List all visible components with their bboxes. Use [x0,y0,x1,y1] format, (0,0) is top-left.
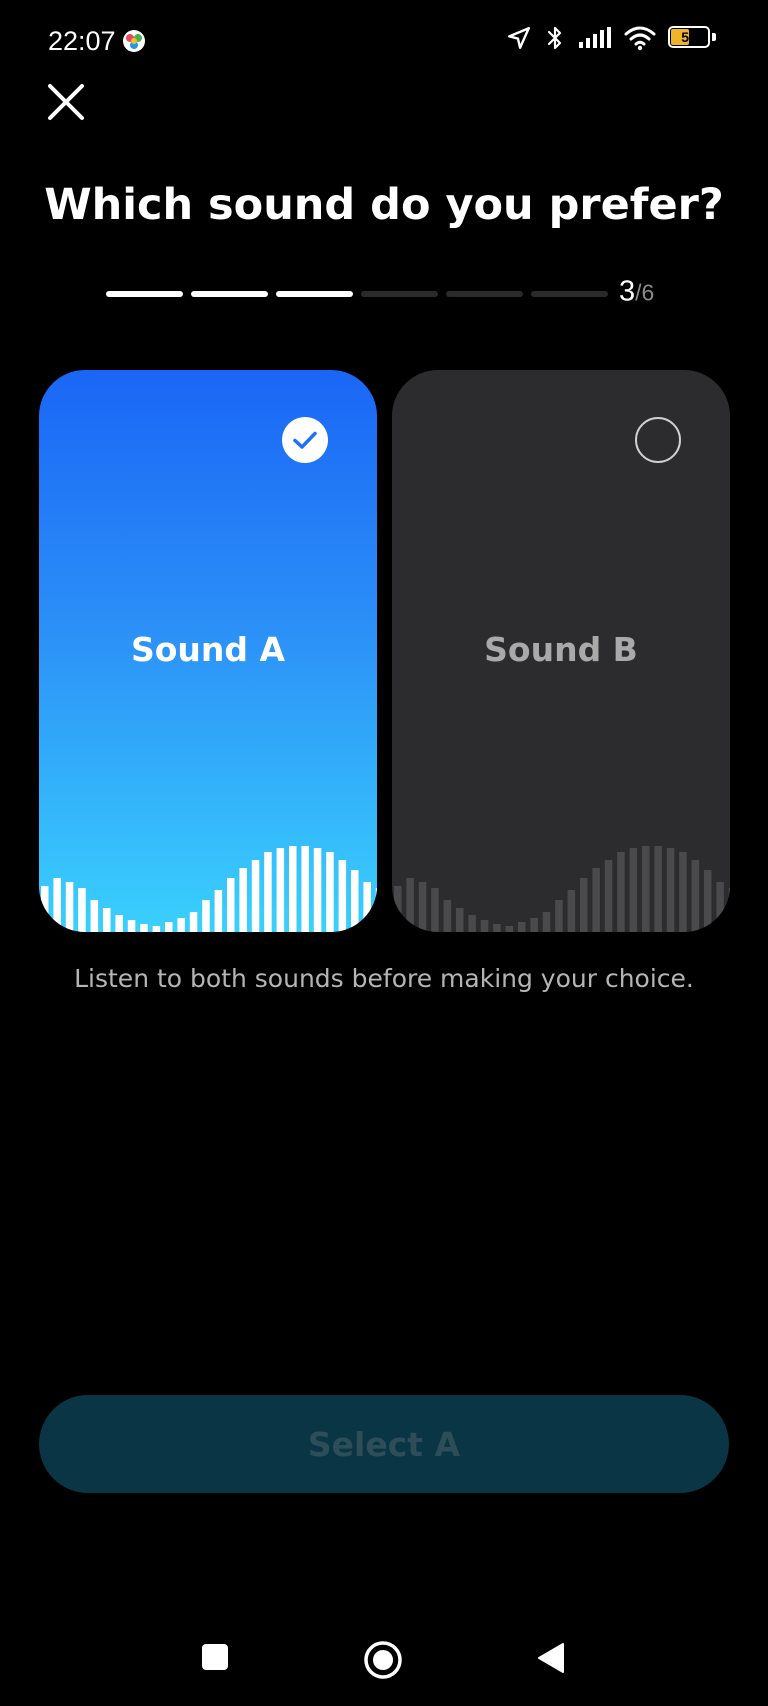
battery-icon: 50 [668,26,716,50]
waveform-bar [629,848,638,932]
wifi-icon [624,26,656,51]
waveform-bar [704,870,712,932]
sound-b-label: Sound B [484,630,638,669]
waveform-bar [227,878,235,932]
waveform-graphic [41,846,377,932]
waveform-bar [177,918,185,932]
radio-unchecked-icon [635,417,681,463]
waveform-bar [251,860,260,932]
waveform-bar [716,882,724,932]
waveform-bar [338,860,347,932]
waveform-bar [276,848,285,932]
triangle-back-icon[interactable] [536,1642,566,1674]
waveform-bar [313,848,322,932]
progress-segment [361,291,438,297]
sound-b-card[interactable]: Sound B [392,370,730,932]
waveform-bar [214,890,223,932]
progress-total: 6 [641,279,655,306]
waveform-bar [431,888,439,932]
waveform-bar [592,868,600,932]
waveform-bar [375,888,377,932]
waveform-bar [679,852,687,932]
waveform-bar [140,924,148,932]
waveform-bar [728,888,730,932]
status-icons: 50 [506,24,716,52]
progress-segment [191,291,268,297]
waveform-bar [406,878,414,932]
waveform-bar [617,852,625,932]
waveform-bar [78,888,86,932]
progress-current: 3 [619,275,636,308]
waveform-bar [691,860,700,932]
waveform-bar [604,860,613,932]
page-title: Which sound do you prefer? [44,180,724,230]
waveform-bar [289,846,297,932]
waveform-bar [301,846,309,932]
waveform-bar [326,852,334,932]
waveform-bar [493,924,501,932]
waveform-bar [115,915,123,932]
waveform-bar [239,868,247,932]
progress-segment [531,291,608,297]
waveform-bar [666,848,675,932]
waveform-bar [53,878,61,932]
waveform-bar [443,900,452,932]
waveform-bar [518,922,526,932]
waveform-graphic [394,846,730,932]
waveform-bar [642,846,650,932]
waveform-bar [202,900,210,932]
waveform-bar [567,890,576,932]
circle-icon[interactable] [363,1640,403,1680]
waveform-bar [505,926,514,932]
bluetooth-icon [547,26,562,50]
signal-icon [579,27,611,48]
progress-indicator [106,291,608,297]
waveform-bar [542,912,551,932]
waveform-bar [165,922,173,932]
app-notification-icon [123,30,145,52]
progress-segment [276,291,353,297]
square-icon[interactable] [200,1642,230,1672]
waveform-bar [264,852,272,932]
close-button[interactable] [40,76,92,128]
location-arrow-icon [508,27,530,49]
progress-count: 3/6 [619,276,654,309]
waveform-bar [65,882,74,932]
select-button[interactable]: Select A [39,1395,729,1493]
sound-a-card[interactable]: Sound A [39,370,377,932]
waveform-bar [654,846,662,932]
progress-segment [106,291,183,297]
waveform-bar [580,878,588,932]
close-icon [48,84,84,120]
waveform-bar [394,886,402,932]
waveform-bar [530,918,538,932]
status-bar: 22:07 50 [0,0,768,84]
sound-a-label: Sound A [130,630,286,669]
waveform-bar [90,900,99,932]
waveform-bar [351,870,359,932]
waveform-bar [363,882,371,932]
check-icon [293,431,317,449]
progress-segment [446,291,523,297]
hint-text: Listen to both sounds before making your… [74,964,694,993]
waveform-bar [127,920,136,932]
waveform-bar [456,908,464,932]
waveform-bar [189,912,198,932]
waveform-bar [555,900,563,932]
waveform-bar [468,915,476,932]
waveform-bar [103,908,111,932]
waveform-bar [480,920,489,932]
system-nav-bar [0,1620,768,1700]
status-time: 22:07 [48,26,116,56]
battery-level: 50 [681,29,697,45]
waveform-bar [41,886,49,932]
waveform-bar [418,882,427,932]
waveform-bar [152,926,161,932]
selected-check-badge [282,417,328,463]
